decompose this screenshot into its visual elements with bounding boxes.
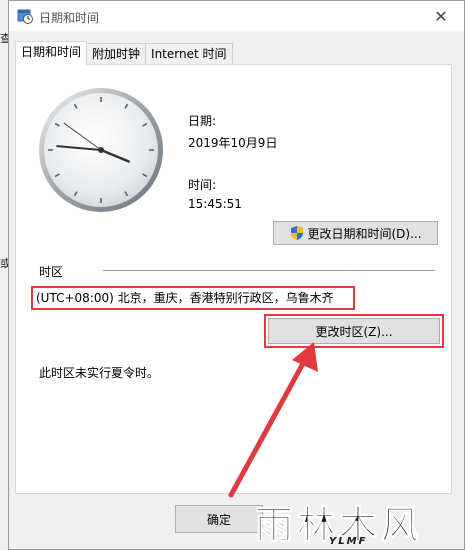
time-label: 时间:	[188, 178, 217, 192]
ok-button[interactable]: 确定	[175, 505, 263, 533]
datetime-app-icon	[17, 9, 33, 24]
ok-label: 确定	[206, 512, 231, 527]
background-window-edge	[0, 0, 8, 550]
close-icon: ✕	[434, 6, 448, 26]
time-value: 15:45:51	[188, 197, 242, 211]
change-datetime-button[interactable]: 更改日期和时间(D)...	[273, 221, 438, 245]
title-bar: 日期和时间 ✕	[9, 1, 464, 31]
timezone-divider	[103, 270, 435, 271]
tab-date-time[interactable]: 日期和时间	[15, 41, 88, 66]
date-label: 日期:	[188, 114, 217, 128]
change-timezone-label: 更改时区(Z)...	[315, 324, 393, 339]
uac-shield-icon	[291, 226, 304, 240]
tab-panel: 日期: 2019年10月9日 时间: 15:45:51 更改日期和时间(D)..…	[15, 64, 452, 498]
tab-internet-time[interactable]: Internet 时间	[145, 43, 233, 65]
timezone-section-label: 时区	[39, 265, 64, 279]
tab-strip: 日期和时间 附加时钟 Internet 时间	[15, 41, 233, 66]
watermark-subtext: YLMF	[329, 536, 368, 547]
analog-clock	[39, 88, 163, 212]
timezone-value: (UTC+08:00) 北京，重庆，香港特别行政区，乌鲁木齐	[31, 286, 355, 310]
datetime-dialog: 日期和时间 ✕ 日期和时间 附加时钟 Internet 时间 日期: 2019年…	[8, 0, 465, 550]
tab-additional-clocks[interactable]: 附加时钟	[86, 43, 147, 65]
annotation-arrow	[228, 342, 318, 498]
dst-note: 此时区未实行夏令时。	[39, 366, 160, 380]
close-button[interactable]: ✕	[418, 1, 464, 31]
watermark-logo: 雨林木风 YLMF	[254, 494, 465, 550]
change-datetime-label: 更改日期和时间(D)...	[307, 226, 422, 241]
window-title: 日期和时间	[39, 11, 100, 25]
date-value: 2019年10月9日	[188, 136, 278, 150]
change-timezone-button[interactable]: 更改时区(Z)...	[268, 318, 440, 344]
